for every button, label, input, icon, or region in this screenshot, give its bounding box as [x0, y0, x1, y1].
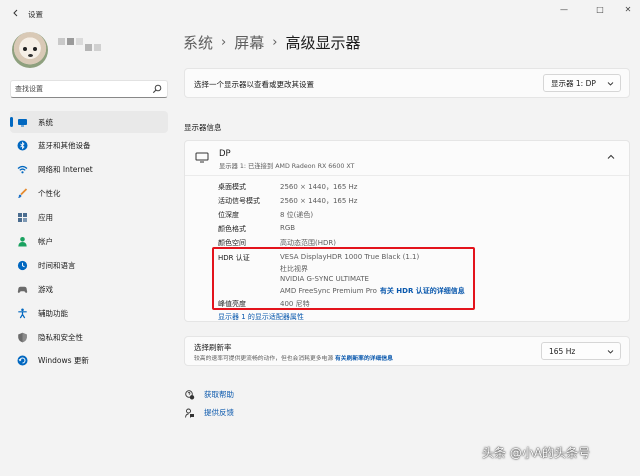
sidebar-item-label: 个性化: [38, 189, 61, 199]
prop-label-bit-depth: 位深度: [218, 211, 239, 219]
breadcrumb-system[interactable]: 系统: [183, 32, 213, 53]
refresh-rate-dropdown[interactable]: 165 Hz: [541, 342, 621, 360]
divider: [185, 175, 629, 176]
bluetooth-icon: [17, 140, 28, 151]
select-display-card: 选择一个显示器以查看或更改其设置 显示器 1: DP: [184, 68, 630, 98]
get-help-link[interactable]: 获取帮助: [185, 389, 234, 400]
section-title-display-info: 显示器信息: [184, 123, 222, 132]
prop-value-bit-depth: 8 位(递色): [280, 211, 314, 219]
refresh-rate-details-link[interactable]: 有关刷新率的详细信息: [335, 356, 393, 362]
select-display-label: 选择一个显示器以查看或更改其设置: [194, 80, 314, 89]
feedback-label: 提供反馈: [204, 408, 234, 417]
prop-value-color-format: RGB: [280, 224, 296, 232]
avatar-eye: [23, 47, 27, 51]
wifi-icon: [17, 166, 28, 174]
title-bar: 设置 — □ ✕: [0, 0, 640, 26]
accessibility-icon: [18, 308, 27, 318]
breadcrumb-separator: ›: [272, 35, 278, 50]
sidebar-item-label: 系统: [38, 117, 53, 127]
search-input[interactable]: [15, 81, 145, 97]
avatar-nose: [28, 54, 33, 57]
sidebar-item-label: Windows 更新: [38, 356, 89, 366]
refresh-rate-desc-text: 较高的速率可提供更流畅的动作，但也会消耗更多电源: [194, 356, 334, 362]
sidebar-item-label: 游戏: [38, 284, 53, 294]
username-pixelated: [58, 38, 101, 51]
display-select-value: 显示器 1: DP: [551, 78, 596, 88]
sidebar-item-label: 蓝牙和其他设备: [38, 141, 91, 151]
sidebar-item-time-language[interactable]: 时间和语言: [10, 254, 168, 276]
prop-label-active-signal: 活动信号模式: [218, 197, 260, 205]
breadcrumb-separator: ›: [221, 35, 227, 50]
brush-icon: [18, 188, 28, 199]
page-title: 高级显示器: [285, 34, 361, 52]
monitor-icon: [18, 118, 27, 126]
window-title: 设置: [28, 10, 43, 19]
update-icon: [17, 355, 28, 366]
display-select-dropdown[interactable]: 显示器 1: DP: [543, 74, 621, 92]
sidebar-item-gaming[interactable]: 游戏: [10, 278, 168, 300]
sidebar-nav: 系统 蓝牙和其他设备 网络和 Internet 个性化 应用 帐户 时间和语言 …: [10, 111, 168, 374]
close-button[interactable]: ✕: [620, 4, 636, 16]
refresh-rate-description: 较高的速率可提供更流畅的动作，但也会消耗更多电源 有关刷新率的详细信息: [194, 353, 393, 362]
avatar-eye: [33, 47, 37, 51]
sidebar-item-label: 网络和 Internet: [38, 165, 93, 175]
sidebar-item-accounts[interactable]: 帐户: [10, 230, 168, 252]
sidebar-item-label: 应用: [38, 213, 53, 223]
sidebar-item-label: 辅助功能: [38, 308, 68, 318]
apps-icon: [18, 213, 27, 223]
search-box[interactable]: [10, 80, 168, 98]
prop-label-desktop-mode: 桌面模式: [218, 183, 246, 191]
display-connection: 显示器 1: 已连接到 AMD Radeon RX 6600 XT: [219, 163, 355, 170]
help-icon: [185, 389, 195, 399]
get-help-label: 获取帮助: [204, 390, 234, 399]
adapter-properties-link[interactable]: 显示器 1 的显示适配器属性: [218, 312, 304, 322]
display-name: DP: [219, 149, 231, 159]
sidebar-item-label: 隐私和安全性: [38, 332, 83, 342]
account-icon: [18, 236, 27, 247]
globe-clock-icon: [17, 260, 28, 270]
feedback-icon: [185, 408, 194, 418]
minimize-button[interactable]: —: [556, 4, 572, 16]
monitor-icon: [195, 152, 209, 163]
refresh-rate-title: 选择刷新率: [194, 343, 232, 352]
refresh-rate-card: 选择刷新率 较高的速率可提供更流畅的动作，但也会消耗更多电源 有关刷新率的详细信…: [184, 336, 630, 366]
breadcrumb: 系统 › 屏幕 › 高级显示器: [183, 32, 360, 53]
prop-value-desktop-mode: 2560 × 1440，165 Hz: [280, 183, 358, 191]
chevron-down-icon: [607, 350, 614, 354]
prop-value-active-signal: 2560 × 1440，165 Hz: [280, 197, 358, 205]
sidebar-item-windows-update[interactable]: Windows 更新: [10, 350, 168, 372]
watermark-text: 头条 @小A的头条号: [482, 446, 591, 460]
sidebar-item-apps[interactable]: 应用: [10, 207, 168, 229]
shield-icon: [18, 332, 27, 342]
prop-label-color-format: 颜色格式: [218, 225, 246, 233]
breadcrumb-display[interactable]: 屏幕: [234, 32, 264, 53]
feedback-link[interactable]: 提供反馈: [185, 407, 234, 418]
sidebar-item-privacy[interactable]: 隐私和安全性: [10, 326, 168, 348]
search-icon[interactable]: [152, 84, 162, 94]
hdr-highlight-box: [212, 247, 475, 310]
sidebar-item-system[interactable]: 系统: [10, 111, 168, 133]
gamepad-icon: [17, 286, 28, 293]
chevron-up-icon[interactable]: [607, 153, 615, 161]
sidebar-item-accessibility[interactable]: 辅助功能: [10, 302, 168, 324]
sidebar-item-network[interactable]: 网络和 Internet: [10, 159, 168, 181]
sidebar-item-bluetooth[interactable]: 蓝牙和其他设备: [10, 135, 168, 157]
sidebar-item-label: 帐户: [38, 236, 53, 246]
chevron-down-icon: [607, 82, 614, 86]
sidebar-item-personalization[interactable]: 个性化: [10, 183, 168, 205]
maximize-button[interactable]: □: [592, 4, 608, 16]
back-arrow-icon[interactable]: [12, 9, 20, 17]
avatar[interactable]: [12, 32, 48, 68]
sidebar-item-label: 时间和语言: [38, 260, 76, 270]
refresh-rate-value: 165 Hz: [549, 346, 576, 356]
